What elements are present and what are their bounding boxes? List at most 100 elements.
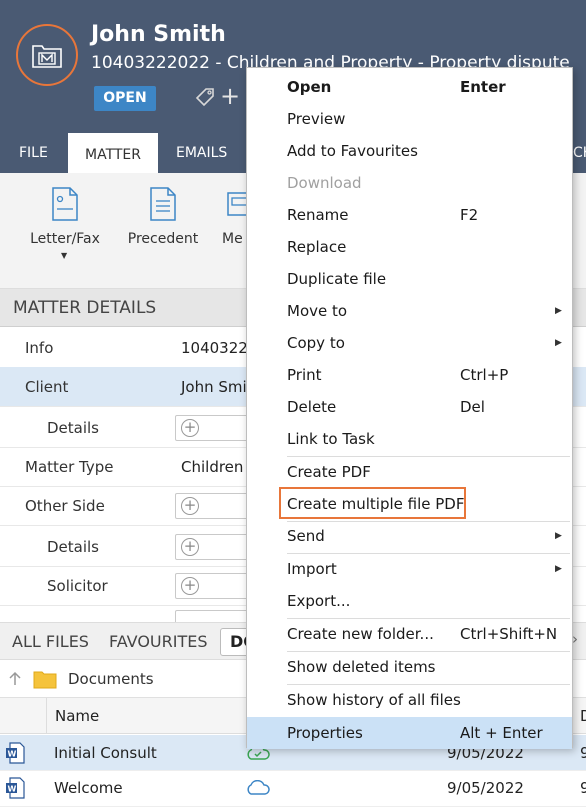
tab-all-files[interactable]: ALL FILES [12,632,89,651]
file-row[interactable]: W Welcome 9/05/2022 9 [0,771,586,807]
menu-item-shortcut: Enter [460,78,506,96]
menu-item-label: Download [287,174,362,192]
precedent-button[interactable]: Precedent [127,187,199,247]
word-document-icon: W [6,777,25,799]
menu-item-label: Add to Favourites [287,142,418,160]
detail-label: Solicitor [47,577,108,595]
svg-text:W: W [8,750,17,759]
menu-item-move-to[interactable]: Move to ▶ [247,295,572,327]
menu-item-label: Link to Task [287,430,375,448]
tab-overflow[interactable]: CK [573,133,586,173]
menu-item-delete[interactable]: Delete Del [247,391,572,423]
menu-item-add-to-favourites[interactable]: Add to Favourites [247,135,572,167]
menu-item-replace[interactable]: Replace [247,231,572,263]
highlight-annotation [279,487,466,519]
tab-file[interactable]: FILE [19,133,48,173]
menu-item-label: Duplicate file [287,270,387,288]
menu-item-create-pdf[interactable]: Create PDF [247,456,572,488]
menu-item-label: Export... [287,592,351,610]
add-client-details-field[interactable]: + [175,415,255,441]
add-circle-icon[interactable]: + [181,538,199,556]
status-badge[interactable]: OPEN [94,86,156,111]
menu-item-shortcut: Ctrl+P [460,366,509,384]
detail-label: Matter Type [25,458,114,476]
add-other-side-field[interactable]: + [175,493,255,519]
menu-item-label: Copy to [287,334,345,352]
menu-item-create-new-folder[interactable]: Create new folder... Ctrl+Shift+N [247,618,572,650]
menu-item-duplicate-file[interactable]: Duplicate file [247,263,572,295]
menu-item-import[interactable]: Import ▶ [247,553,572,585]
submenu-arrow-icon: ▶ [555,531,562,541]
file-extra: 9 [580,744,586,762]
cloud-icon [247,780,270,795]
menu-item-label: Create PDF [287,463,371,481]
svg-text:W: W [8,785,17,794]
avatar [16,24,78,86]
menu-item-label: Delete [287,398,337,416]
file-name: Initial Consult [54,744,157,762]
letter-fax-button[interactable]: Letter/Fax [30,187,100,247]
menu-item-properties[interactable]: Properties Alt + Enter [247,717,572,749]
submenu-arrow-icon: ▶ [555,338,562,348]
add-tag-icon[interactable]: + [220,84,240,108]
tab-emails[interactable]: EMAILS [176,133,227,173]
menu-item-label: Send [287,527,325,545]
file-name: Welcome [54,779,123,797]
context-menu: Open Enter Preview Add to Favourites Down… [246,67,573,749]
file-date: 9/05/2022 [447,779,524,797]
menu-item-copy-to[interactable]: Copy to ▶ [247,327,572,359]
letter-icon [52,187,78,221]
add-circle-icon[interactable]: + [181,497,199,515]
document-icon [150,187,176,221]
matter-folder-icon [32,45,62,68]
detail-label: Info [25,339,54,357]
add-solicitor-field[interactable]: + [175,573,255,599]
detail-value: Children [181,458,244,476]
file-extra: 9 [580,779,586,797]
menu-item-label: Import [287,560,337,578]
submenu-arrow-icon: ▶ [555,306,562,316]
menu-item-show-history[interactable]: Show history of all files [247,684,572,716]
chevron-right-icon[interactable]: › [572,630,578,648]
up-arrow-icon[interactable] [7,671,23,687]
menu-item-shortcut: Ctrl+Shift+N [460,625,558,643]
menu-item-shortcut: Del [460,398,485,416]
menu-item-print[interactable]: Print Ctrl+P [247,359,572,391]
menu-item-export[interactable]: Export... [247,585,572,617]
menu-item-label: Preview [287,110,346,128]
column-date[interactable]: D [580,707,586,725]
detail-value: John Smi [181,378,247,396]
letter-fax-label: Letter/Fax [30,231,100,247]
menu-item-shortcut: F2 [460,206,479,224]
word-document-icon: W [6,742,25,764]
folder-icon [33,671,57,689]
detail-label: Details [47,538,100,556]
menu-item-download: Download [247,167,572,199]
menu-item-preview[interactable]: Preview [247,103,572,135]
letter-fax-dropdown-icon[interactable]: ▼ [61,251,67,260]
menu-item-send[interactable]: Send ▶ [247,520,572,552]
menu-item-rename[interactable]: Rename F2 [247,199,572,231]
menu-item-show-deleted-items[interactable]: Show deleted items [247,651,572,683]
menu-item-label: Show deleted items [287,658,436,676]
tab-favourites[interactable]: FAVOURITES [109,632,208,651]
menu-item-label: Show history of all files [287,691,461,709]
detail-label: Other Side [25,497,105,515]
add-other-details-field[interactable]: + [175,534,255,560]
tag-icon[interactable] [194,86,216,108]
precedent-label: Precedent [127,231,199,247]
detail-label: Client [25,378,69,396]
add-circle-icon[interactable]: + [181,419,199,437]
menu-item-open[interactable]: Open Enter [247,71,572,103]
menu-item-link-to-task[interactable]: Link to Task [247,423,572,455]
menu-item-shortcut: Alt + Enter [460,724,543,742]
menu-item-label: Open [287,78,332,96]
submenu-arrow-icon: ▶ [555,564,562,574]
breadcrumb-folder[interactable]: Documents [68,670,154,688]
column-name[interactable]: Name [55,707,99,725]
page-title: John Smith [91,22,226,47]
menu-item-label: Move to [287,302,348,320]
add-circle-icon[interactable]: + [181,577,199,595]
tab-matter[interactable]: MATTER [68,133,158,175]
menu-item-label: Properties [287,724,363,742]
